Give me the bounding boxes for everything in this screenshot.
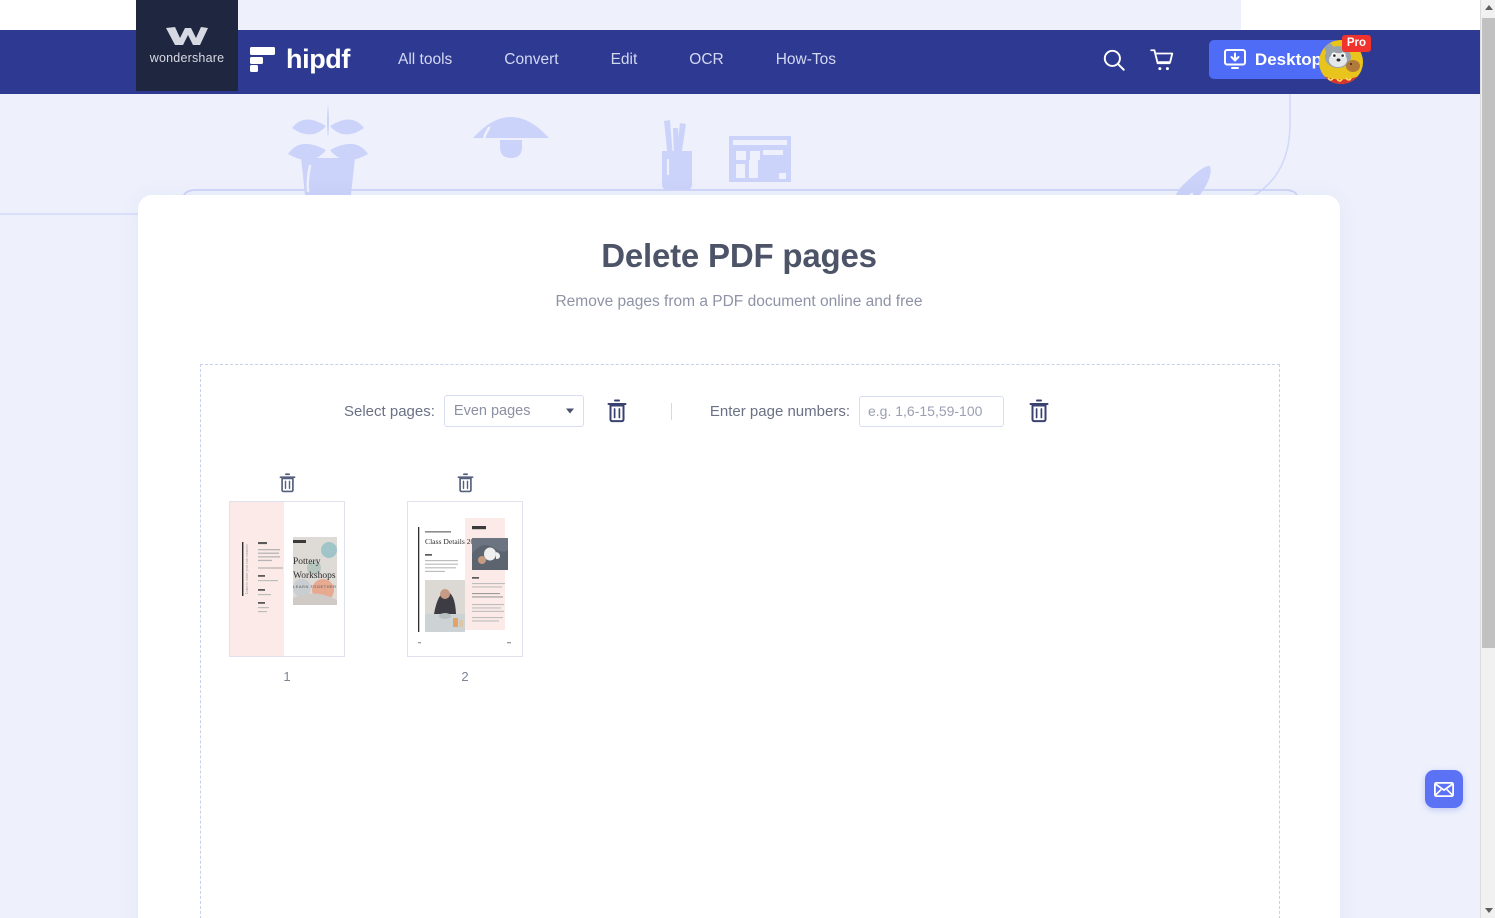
delete-selected-pages-button[interactable] (607, 399, 627, 423)
page-editor-dropzone: Select pages: Even pages Enter page numb… (200, 364, 1280, 918)
page-subtitle: Remove pages from a PDF document online … (555, 293, 923, 310)
pro-badge: Pro (1341, 35, 1371, 53)
page-2-preview[interactable]: Class Details 2019 (407, 501, 523, 657)
nav-link-edit[interactable]: Edit (611, 47, 638, 73)
nav-link-ocr[interactable]: OCR (689, 47, 723, 73)
account-avatar[interactable]: Pro (1319, 35, 1371, 84)
select-pages-value: Even pages (453, 403, 531, 419)
nav-link-how-tos[interactable]: How-Tos (776, 47, 836, 73)
scroll-up-arrow-icon (1484, 5, 1493, 10)
tool-card: Delete PDF pages Remove pages from a PDF… (138, 195, 1340, 918)
scroll-down-arrow-icon (1484, 908, 1493, 913)
search-icon[interactable] (1101, 47, 1127, 73)
envelope-icon (1434, 781, 1454, 797)
nav-link-convert[interactable]: Convert (504, 47, 558, 73)
svg-text:LEARN TOGETHER: LEARN TOGETHER (293, 584, 337, 589)
page-thumbnail-list: Learn to create your own ceramics Potter… (201, 427, 1279, 684)
vertical-scrollbar[interactable] (1480, 0, 1495, 918)
controls-divider (670, 402, 672, 420)
delete-page-1-button[interactable] (279, 473, 296, 493)
scroll-down-arrow[interactable] (1481, 903, 1495, 918)
delete-page-2-button[interactable] (457, 473, 474, 493)
wondershare-label: wondershare (149, 50, 225, 65)
page-thumbnail-item[interactable]: Class Details 2019 2 (407, 473, 523, 684)
page-title: Delete PDF pages (601, 237, 877, 274)
page-numbers-input[interactable] (859, 395, 1004, 427)
svg-text:Workshops: Workshops (293, 571, 336, 581)
select-pages-dropdown[interactable]: Even pages (443, 395, 584, 427)
page-1-number: 1 (283, 669, 291, 684)
browser-viewport: wondershare hipdf All tools Convert Edit… (0, 0, 1495, 918)
primary-nav: All tools Convert Edit OCR How-Tos (398, 47, 836, 73)
select-pages-label: Select pages: (344, 402, 435, 420)
nav-actions: Desktop (1101, 40, 1340, 79)
page-2-preview-render: Class Details 2019 (408, 502, 522, 656)
page-2-number: 2 (461, 669, 469, 684)
wondershare-w-mark (166, 26, 208, 45)
page-1-preview-render: Learn to create your own ceramics Potter… (230, 502, 344, 656)
page-1-preview[interactable]: Learn to create your own ceramics Potter… (229, 501, 345, 657)
chevron-down-icon (565, 408, 574, 414)
scrollbar-thumb[interactable] (1482, 18, 1495, 648)
desktop-button-label: Desktop (1254, 49, 1322, 69)
hipdf-wordmark: hipdf (286, 44, 350, 74)
delete-by-page-numbers-button[interactable] (1029, 399, 1049, 423)
top-left-white-strip (0, 0, 136, 30)
svg-text:Learn to create your own ceram: Learn to create your own ceramics (245, 544, 249, 594)
scroll-up-arrow[interactable] (1481, 0, 1495, 15)
nav-link-all-tools[interactable]: All tools (398, 47, 452, 73)
download-to-desktop-icon (1223, 49, 1246, 69)
page-thumbnail-item[interactable]: Learn to create your own ceramics Potter… (229, 473, 345, 684)
contact-email-button[interactable] (1425, 770, 1463, 808)
hipdf-brand[interactable]: hipdf (250, 44, 350, 75)
hipdf-logo-mark (250, 47, 275, 72)
page-selection-controls: Select pages: Even pages Enter page numb… (201, 365, 1279, 427)
shopping-cart-icon[interactable] (1149, 47, 1175, 73)
enter-page-numbers-label: Enter page numbers: (709, 402, 850, 420)
wondershare-logo[interactable]: wondershare (136, 0, 238, 91)
svg-text:Pottery: Pottery (293, 557, 321, 567)
top-right-white-strip (1241, 0, 1480, 30)
